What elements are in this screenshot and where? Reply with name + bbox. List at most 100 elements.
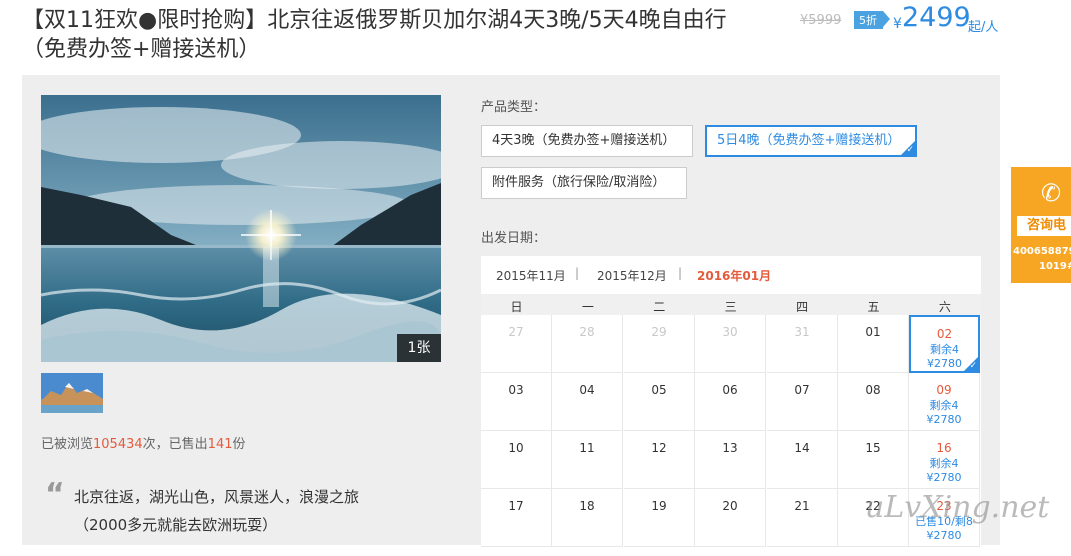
option-label: 4天3晚（免费办签+赠接送机） [492, 133, 676, 148]
product-panel: 1张 已被浏览105434次，已售出141份 “ 北京往返，湖光山色，风景迷人，… [22, 75, 1000, 556]
option-label: 5日4晚（免费办签+赠接送机） [717, 133, 901, 148]
day-number: 14 [794, 441, 810, 455]
day-number: 21 [794, 499, 810, 513]
main-photo[interactable]: 1张 [41, 95, 441, 362]
photo-count-badge: 1张 [397, 334, 441, 362]
consult-extension: 1019# [1039, 261, 1071, 272]
day-number: 31 [794, 325, 810, 339]
check-icon: ✓ [906, 145, 914, 155]
calendar-day: 08 [838, 373, 909, 431]
calendar-day: 31 [767, 315, 838, 373]
calendar-day: 18 [552, 489, 623, 547]
option-4d3n[interactable]: 4天3晚（免费办签+赠接送机） [481, 125, 693, 157]
calendar-day-available[interactable]: 02 剩余4 ¥2780 ✓ [909, 315, 980, 373]
option-label: 附件服务（旅行保险/取消险） [492, 175, 666, 190]
day-number: 10 [508, 441, 524, 455]
discount-badge: 5折 [854, 11, 890, 29]
calendar-day: 20 [695, 489, 766, 547]
calendar-day: 21 [767, 489, 838, 547]
calendar-day: 15 [838, 431, 909, 489]
day-number: 05 [651, 383, 667, 397]
option-5d4n[interactable]: 5日4晚（免费办签+赠接送机） ✓ [705, 125, 917, 157]
departure-date-label: 出发日期： [481, 231, 547, 246]
thumbnail-image [41, 373, 103, 413]
day-number: 12 [651, 441, 667, 455]
day-number: 07 [794, 383, 810, 397]
weekday-label: 日 [510, 300, 523, 314]
day-number: 19 [651, 499, 667, 513]
calendar-day: 14 [767, 431, 838, 489]
day-number: 30 [722, 325, 738, 339]
day-number: 08 [865, 383, 881, 397]
day-number: 09 [936, 383, 952, 397]
calendar-day: 06 [695, 373, 766, 431]
calendar-day: 05 [624, 373, 695, 431]
consult-sidebar[interactable]: ✆ 咨询电 400658879 1019# [1011, 167, 1071, 283]
calendar-day: 29 [624, 315, 695, 373]
day-price: ¥2780 [926, 529, 962, 542]
calendar-day: 03 [481, 373, 552, 431]
photo-thumbnail[interactable] [41, 373, 103, 413]
tab-month-2015-12[interactable]: 2015年12月 [597, 267, 667, 284]
day-number: 28 [579, 325, 595, 339]
day-availability: 剩余4 ¥2780 [909, 457, 979, 485]
day-price: ¥2780 [926, 471, 962, 484]
day-number: 02 [936, 327, 953, 341]
day-number: 16 [936, 441, 952, 455]
consult-phone: 400658879 [1013, 246, 1071, 257]
price-box: ¥5999 5折 ¥ 2499 起/人 [800, 2, 1010, 36]
calendar-day: 13 [695, 431, 766, 489]
calendar-day-available[interactable]: 09 剩余4 ¥2780 [909, 373, 980, 431]
calendar-day: 27 [481, 315, 552, 373]
weekday-label: 三 [724, 300, 737, 314]
calendar-day: 19 [624, 489, 695, 547]
calendar-day-available[interactable]: 16 剩余4 ¥2780 [909, 431, 980, 489]
description-line: 北京往返，湖光山色，风景迷人，浪漫之旅 [74, 488, 360, 506]
calendar-day: 12 [624, 431, 695, 489]
calendar-day: 28 [552, 315, 623, 373]
remaining-seats: 剩余4 [929, 399, 959, 412]
option-addon-service[interactable]: 附件服务（旅行保险/取消险） [481, 167, 687, 199]
day-number: 15 [865, 441, 881, 455]
day-number: 29 [651, 325, 667, 339]
weekday-header: 日一二三四五六 [481, 294, 981, 315]
weekday-label: 五 [867, 300, 880, 314]
view-count: 105434 [93, 437, 143, 452]
stats-suffix: 份 [232, 437, 246, 452]
calendar-day: 17 [481, 489, 552, 547]
month-tabs: 2015年11月 | 2015年12月 | 2016年01月 [481, 256, 981, 295]
day-number: 27 [508, 325, 524, 339]
remaining-seats: 剩余4 [930, 343, 959, 356]
calendar-day: 11 [552, 431, 623, 489]
price-unit: 起/人 [968, 20, 999, 35]
calendar-day: 04 [552, 373, 623, 431]
tab-month-2015-11[interactable]: 2015年11月 [496, 267, 566, 284]
calendar-day: 30 [695, 315, 766, 373]
check-icon: ✓ [969, 361, 977, 371]
lake-photo-image [41, 95, 441, 362]
view-stats: 已被浏览105434次，已售出141份 [41, 433, 246, 452]
stats-prefix: 已被浏览 [41, 437, 94, 452]
stats-mid: 次，已售出 [142, 437, 208, 452]
weekday-label: 一 [581, 300, 594, 314]
tab-separator: | [678, 266, 683, 280]
day-number: 17 [508, 499, 524, 513]
day-price: ¥2780 [926, 413, 962, 426]
quote-icon: “ [45, 477, 65, 512]
description-line: （2000多元就能去欧洲玩耍） [74, 516, 278, 534]
calendar-day: 07 [767, 373, 838, 431]
product-title: 【双11狂欢●限时抢购】北京往返俄罗斯贝加尔湖4天3晚/5天4晚自由行（免费办签… [22, 8, 727, 62]
weekday-label: 六 [938, 300, 951, 314]
consult-label: 咨询电 [1017, 216, 1071, 236]
tab-month-2016-01[interactable]: 2016年01月 [697, 267, 771, 284]
day-number: 11 [579, 441, 595, 455]
day-availability: 剩余4 ¥2780 [909, 399, 979, 427]
remaining-seats: 剩余4 [929, 457, 959, 470]
day-number: 03 [508, 383, 524, 397]
day-number: 04 [579, 383, 595, 397]
weekday-label: 四 [796, 300, 809, 314]
day-number: 06 [722, 383, 738, 397]
sold-count: 141 [207, 437, 233, 452]
product-description: 北京往返，湖光山色，风景迷人，浪漫之旅 （2000多元就能去欧洲玩耍） [74, 483, 359, 539]
calendar-day: 01 [838, 315, 909, 373]
